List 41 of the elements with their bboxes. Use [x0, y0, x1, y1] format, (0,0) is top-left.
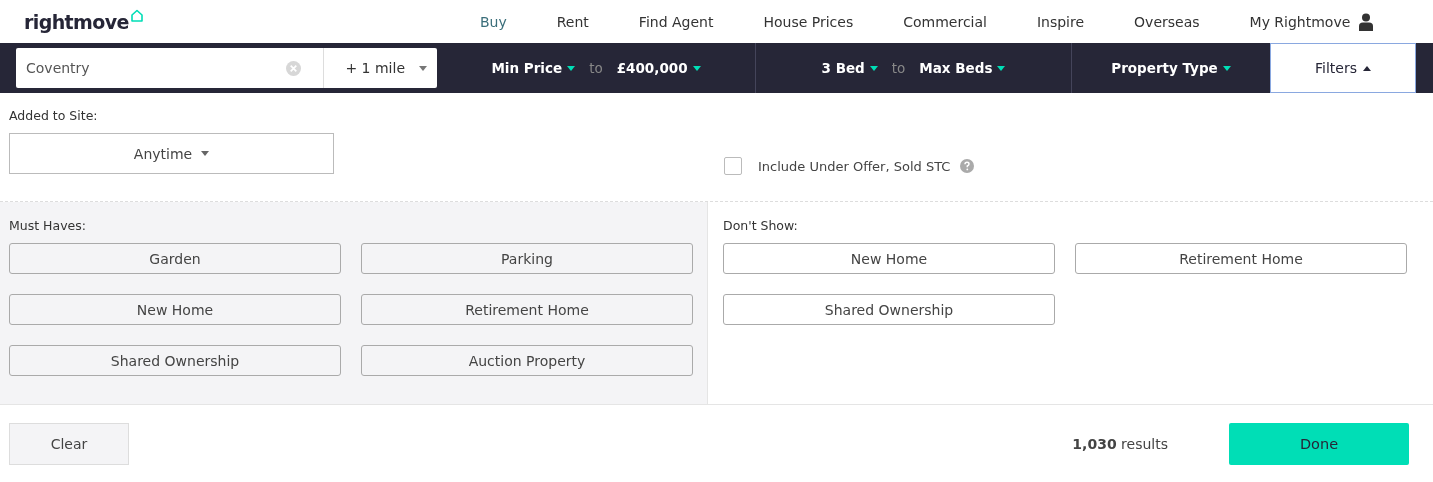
separator-text: to — [891, 60, 906, 76]
section-label: Don't Show: — [723, 218, 799, 233]
checkbox[interactable] — [724, 157, 742, 175]
dont-show-toggle[interactable]: New Home — [723, 243, 1055, 274]
dont-show-toggle[interactable]: Retirement Home — [1075, 243, 1407, 274]
help-icon[interactable] — [960, 159, 975, 173]
field-label: Added to Site: — [9, 108, 99, 123]
min-price-dropdown[interactable]: Min Price — [491, 60, 576, 76]
must-have-toggle[interactable]: Shared Ownership — [9, 345, 341, 376]
user-icon[interactable] — [1359, 12, 1374, 31]
nav-link[interactable]: Inspire — [1011, 13, 1110, 30]
must-have-toggle[interactable]: New Home — [9, 294, 341, 325]
search-field[interactable]: Coventry + 1 mile — [16, 48, 437, 88]
done-button[interactable]: Done — [1229, 423, 1409, 465]
filters-button[interactable]: Filters — [1270, 43, 1416, 93]
clear-button[interactable]: Clear — [9, 423, 129, 465]
clear-icon[interactable] — [286, 60, 301, 76]
max-beds-dropdown[interactable]: Max Beds — [919, 60, 1006, 76]
nav-link[interactable]: Overseas — [1109, 13, 1225, 30]
added-to-site-dropdown[interactable]: Anytime — [9, 133, 334, 174]
must-have-toggle[interactable]: Retirement Home — [361, 294, 693, 325]
dont-show-toggle[interactable]: Shared Ownership — [723, 294, 1055, 325]
max-price-dropdown[interactable]: £400,000 — [616, 60, 701, 76]
house-icon — [129, 8, 144, 23]
radius-dropdown[interactable]: + 1 mile — [323, 48, 437, 88]
logo-text[interactable]: rightmove — [24, 10, 129, 33]
must-have-toggle[interactable]: Parking — [361, 243, 693, 274]
must-have-toggle[interactable]: Auction Property — [361, 345, 693, 376]
nav-link[interactable]: Commercial — [878, 13, 1012, 30]
must-have-toggle[interactable]: Garden — [9, 243, 341, 274]
nav-link[interactable]: Rent — [531, 13, 614, 30]
nav-link[interactable]: House Prices — [738, 13, 879, 30]
nav-link[interactable]: Find Agent — [613, 13, 739, 30]
property-type-dropdown[interactable]: Property Type — [1111, 60, 1231, 76]
results-count: 1,030 results — [1072, 436, 1168, 452]
nav-link[interactable]: My Rightmove — [1224, 13, 1376, 30]
section-label: Must Haves: — [9, 218, 87, 233]
checkbox-label[interactable]: Include Under Offer, Sold STC — [758, 158, 951, 174]
nav-link[interactable]: Buy — [455, 13, 532, 30]
min-beds-dropdown[interactable]: 3 Bed — [821, 60, 878, 76]
separator-text: to — [589, 60, 603, 76]
